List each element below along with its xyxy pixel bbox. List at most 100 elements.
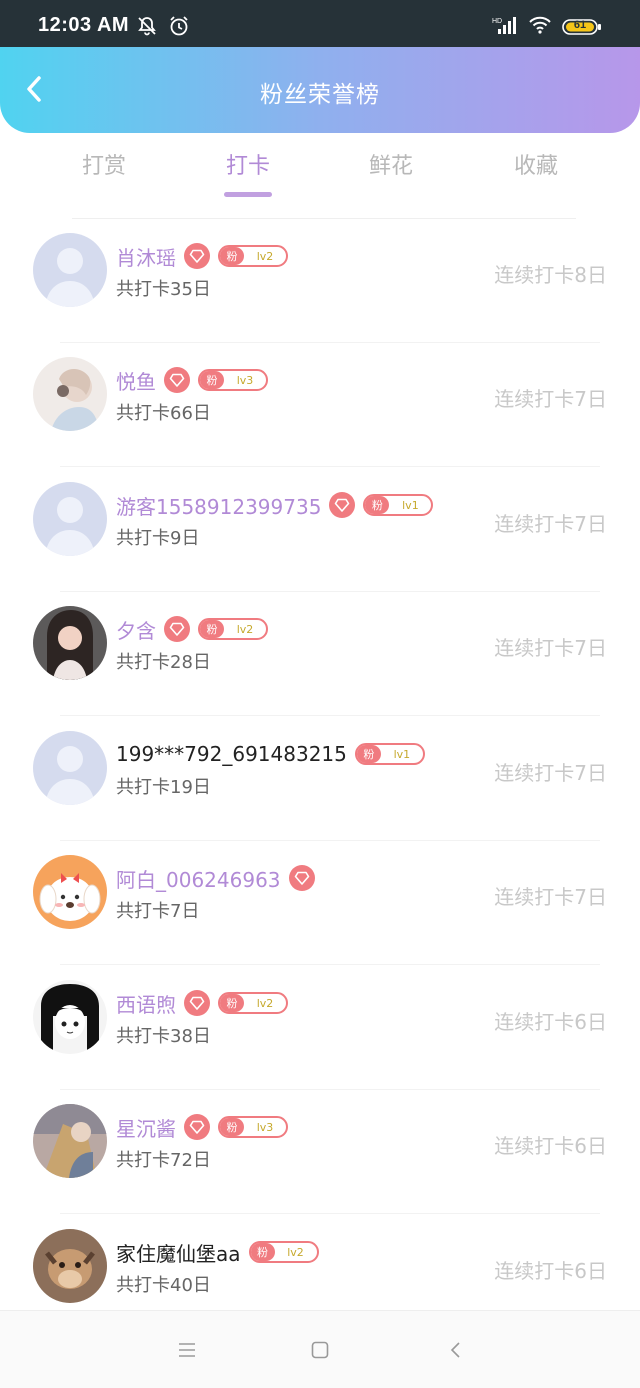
status-bar: 12:03 AM HD 61 — [0, 0, 640, 48]
list-item[interactable]: 悦鱼 粉 lv3 共打卡66日 连续打卡7日 — [0, 343, 640, 467]
list-item[interactable]: 阿白_006246963 共打卡7日 连续打卡7日 — [0, 841, 640, 965]
tab-flowers[interactable]: 鲜花 — [331, 148, 451, 180]
avatar[interactable] — [33, 980, 107, 1054]
fan-level-badge: 粉 lv3 — [198, 369, 268, 391]
avatar[interactable] — [33, 855, 107, 929]
fan-label: 粉 — [200, 371, 224, 389]
fan-level-badge: 粉 lv1 — [363, 494, 434, 516]
user-name[interactable]: 阿白_006246963 — [116, 864, 281, 893]
divider — [60, 466, 600, 467]
diamond-heart-icon — [184, 1114, 210, 1140]
avatar[interactable] — [33, 1104, 107, 1178]
diamond-heart-icon — [184, 243, 210, 269]
header: 粉丝荣誉榜 — [0, 47, 640, 133]
home-button[interactable] — [305, 1337, 335, 1363]
streak-days: 连续打卡7日 — [494, 885, 607, 909]
total-checkins: 共打卡66日 — [116, 403, 211, 424]
fan-level-badge: 粉 lv2 — [218, 245, 288, 267]
avatar[interactable] — [33, 482, 107, 556]
user-name[interactable]: 夕含 — [116, 615, 156, 644]
fan-level: lv3 — [236, 373, 254, 387]
total-checkins: 共打卡35日 — [116, 279, 211, 300]
menu-icon — [179, 1343, 195, 1357]
fan-label: 粉 — [365, 496, 390, 514]
system-nav-bar — [0, 1310, 640, 1388]
divider — [60, 715, 600, 716]
list-item[interactable]: 游客1558912399735 粉 lv1 共打卡9日 连续打卡7日 — [0, 468, 640, 592]
tab-checkin-label: 打卡 — [225, 154, 270, 179]
bell-muted-icon — [136, 15, 158, 41]
user-name[interactable]: 悦鱼 — [116, 366, 156, 395]
list-item[interactable]: 夕含 粉 lv2 共打卡28日 连续打卡7日 — [0, 592, 640, 716]
diamond-heart-icon — [329, 492, 356, 518]
total-checkins: 共打卡7日 — [116, 901, 200, 922]
diamond-heart-icon — [164, 367, 190, 393]
total-checkins: 共打卡40日 — [116, 1275, 211, 1296]
system-back-button[interactable] — [440, 1337, 470, 1363]
list-item[interactable]: 肖沐瑶 粉 lv2 共打卡35日 连续打卡8日 — [0, 219, 640, 343]
page-title: 粉丝荣誉榜 — [260, 82, 380, 108]
total-checkins: 共打卡72日 — [116, 1150, 211, 1171]
user-name[interactable]: 家住魔仙堡aa — [116, 1238, 241, 1267]
user-name[interactable]: 肖沐瑶 — [116, 242, 176, 271]
fan-level: lv2 — [236, 622, 254, 636]
status-time: 12:03 AM — [38, 14, 130, 36]
fan-label: 粉 — [220, 994, 244, 1012]
total-checkins: 共打卡38日 — [116, 1026, 211, 1047]
avatar[interactable] — [33, 606, 107, 680]
avatar[interactable] — [33, 357, 107, 431]
fan-label: 粉 — [220, 1118, 244, 1136]
square-icon — [311, 1341, 329, 1359]
streak-days: 连续打卡6日 — [494, 1010, 607, 1034]
streak-days: 连续打卡6日 — [494, 1259, 607, 1283]
menu-button[interactable] — [172, 1337, 202, 1363]
fan-level: lv2 — [256, 996, 274, 1010]
streak-days: 连续打卡8日 — [494, 263, 607, 287]
fan-label: 粉 — [220, 247, 244, 265]
diamond-heart-icon — [184, 990, 210, 1016]
fan-level-badge: 粉 lv1 — [354, 743, 425, 765]
streak-days: 连续打卡7日 — [494, 636, 607, 660]
tab-reward[interactable]: 打赏 — [44, 148, 164, 180]
total-checkins: 共打卡9日 — [116, 528, 200, 549]
streak-days: 连续打卡7日 — [494, 512, 607, 536]
fan-level-badge: 粉 lv3 — [218, 1116, 288, 1138]
fan-level-badge: 粉 lv2 — [218, 992, 288, 1014]
list-item[interactable]: 星沉酱 粉 lv3 共打卡72日 连续打卡6日 — [0, 1090, 640, 1214]
divider — [60, 1213, 600, 1214]
streak-days: 连续打卡6日 — [494, 1134, 607, 1158]
diamond-heart-icon — [288, 865, 315, 891]
avatar[interactable] — [33, 233, 107, 307]
wifi-icon — [528, 15, 552, 39]
tab-active-indicator — [224, 192, 272, 197]
chevron-left-icon — [450, 1342, 460, 1358]
battery-level: 61 — [573, 19, 587, 31]
alarm-icon — [168, 15, 190, 41]
tab-bar: 打赏 打卡 鲜花 收藏 — [0, 148, 640, 208]
tab-favorites[interactable]: 收藏 — [476, 148, 596, 180]
user-name[interactable]: 游客1558912399735 — [116, 491, 321, 520]
total-checkins: 共打卡28日 — [116, 652, 211, 673]
list-item[interactable]: 西语煦 粉 lv2 共打卡38日 连续打卡6日 — [0, 966, 640, 1090]
tab-checkin[interactable]: 打卡 — [188, 148, 308, 197]
fan-label: 粉 — [356, 745, 381, 763]
avatar[interactable] — [33, 1229, 107, 1303]
fan-label: 粉 — [250, 1243, 275, 1261]
streak-days: 连续打卡7日 — [494, 761, 607, 785]
fan-level-badge: 粉 lv2 — [198, 618, 268, 640]
fan-level: lv3 — [256, 1120, 274, 1134]
fan-level: lv1 — [402, 498, 419, 512]
user-name[interactable]: 199***792_691483215 — [116, 742, 347, 766]
fan-level: lv2 — [256, 249, 274, 263]
list-item[interactable]: 199***792_691483215 粉 lv1 共打卡19日 连续打卡7日 — [0, 717, 640, 841]
total-checkins: 共打卡19日 — [116, 777, 211, 798]
diamond-heart-icon — [164, 616, 190, 642]
fan-level-badge: 粉 lv2 — [248, 1241, 319, 1263]
avatar[interactable] — [33, 731, 107, 805]
fan-level: lv1 — [393, 747, 411, 761]
user-name[interactable]: 星沉酱 — [116, 1113, 176, 1142]
battery-icon: 61 — [562, 18, 602, 36]
user-name[interactable]: 西语煦 — [116, 989, 176, 1018]
svg-text:HD: HD — [492, 18, 502, 25]
fan-level: lv2 — [287, 1245, 304, 1259]
